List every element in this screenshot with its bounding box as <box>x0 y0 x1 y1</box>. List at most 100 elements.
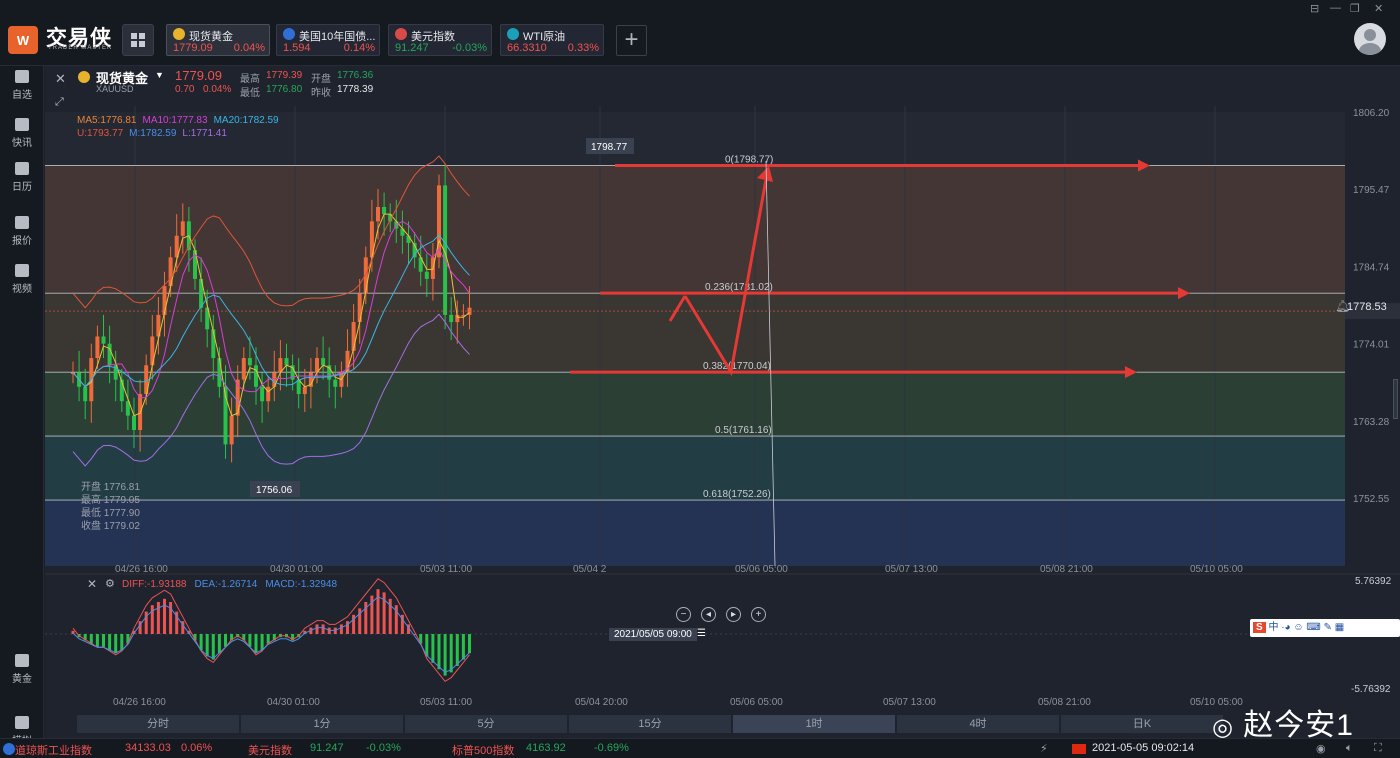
minimize-icon[interactable]: — <box>1330 2 1341 14</box>
ma-indicator-row: MA5:1776.81 MA10:1777.83 MA20:1782.59 <box>77 115 285 126</box>
tab-change: 0.14% <box>343 42 375 54</box>
candle[interactable] <box>406 235 411 243</box>
ticker-name[interactable]: 美元指数 <box>248 742 292 758</box>
bottom-ticker-bar: 道琼斯工业指数 34133.03 0.06% 美元指数 91.247 -0.03% 标普50… <box>0 738 1400 758</box>
candle[interactable] <box>217 358 222 387</box>
candle[interactable] <box>284 358 289 366</box>
fib-zone-4 <box>45 500 1345 566</box>
timeframe-tab-3[interactable]: 15分 <box>569 715 731 733</box>
candle[interactable] <box>424 271 429 279</box>
candle[interactable] <box>101 336 106 344</box>
app-subtitle: TRADER MASTER <box>48 45 113 51</box>
first-page-button[interactable]: ◂ <box>701 607 716 622</box>
candle[interactable] <box>107 343 112 366</box>
bookmark-icon <box>15 70 29 83</box>
sidebar-item-2[interactable]: 日历 <box>0 162 44 193</box>
last-page-button[interactable]: ▸ <box>726 607 741 622</box>
layout-grid-button[interactable] <box>122 24 154 56</box>
timeframe-tab-0[interactable]: 分时 <box>77 715 239 733</box>
sidebar-item-label: 快讯 <box>12 138 32 149</box>
macd-bar <box>224 634 227 647</box>
candle[interactable] <box>132 415 136 431</box>
candle[interactable] <box>229 415 234 445</box>
candle[interactable] <box>254 365 258 387</box>
candle[interactable] <box>333 379 338 387</box>
time-axis-label: 05/10 05:00 <box>1190 564 1243 575</box>
symbol-tab-1[interactable]: 美国10年国债... 1.594 0.14% <box>276 24 380 56</box>
candle[interactable] <box>95 336 100 359</box>
candle[interactable] <box>241 358 246 380</box>
candle[interactable] <box>321 358 326 366</box>
fib-zone-3 <box>45 436 1345 501</box>
timeframe-tab-2[interactable]: 5分 <box>405 715 567 733</box>
sidebar: 自选快讯日历报价视频黄金模拟 <box>0 66 44 747</box>
symbol-tab-3[interactable]: WTI原油 66.3310 0.33% <box>500 24 604 56</box>
timeframe-tab-5[interactable]: 4时 <box>897 715 1059 733</box>
macd-bar <box>211 634 215 660</box>
candle[interactable] <box>83 386 88 402</box>
watermark-text: 赵今安1 <box>1243 709 1354 742</box>
time-axis-label: 05/04 2 <box>573 564 607 575</box>
macd-settings-icon[interactable]: ⚙ <box>105 577 115 590</box>
candlestick-chart[interactable]: 0(1798.77)0.236(1781.02)0.382(1770.04)0.… <box>45 66 1400 738</box>
candle[interactable] <box>382 206 387 215</box>
user-avatar[interactable] <box>1354 23 1386 55</box>
candle[interactable] <box>376 206 380 222</box>
chart-area[interactable]: 0(1798.77) 0.236(1781.02) 0.382(1770.04) 0.… <box>45 66 1400 738</box>
draw-tool-icon[interactable]: ⤢ <box>55 96 64 109</box>
calendar-icon <box>15 162 29 175</box>
ime-language[interactable]: 中 <box>1268 622 1278 633</box>
candle[interactable] <box>357 293 362 323</box>
time-axis-label: 05/07 13:00 <box>885 564 938 575</box>
dea-line <box>72 596 470 673</box>
macd-bar <box>95 634 99 647</box>
high-label: 最高 <box>240 74 260 85</box>
fullscreen-icon[interactable]: ⛶ <box>1374 742 1382 755</box>
macd-value: DIFF:-1.93188 <box>122 579 187 590</box>
candle[interactable] <box>302 386 307 395</box>
macd-bar <box>114 634 118 654</box>
close-macd-icon[interactable]: ✕ <box>87 577 97 591</box>
timeframe-tab-1[interactable]: 1分 <box>241 715 403 733</box>
macd-bar <box>169 602 173 634</box>
time-axis-label: 05/08 21:00 <box>1040 564 1093 575</box>
timeframe-tab-6[interactable]: 日K <box>1061 715 1223 733</box>
ticker-change: -0.03% <box>366 742 401 754</box>
current-price-tag: 1778.53 <box>1347 301 1387 313</box>
maximize-icon[interactable]: ❐ <box>1350 2 1360 15</box>
sidebar-item-3[interactable]: 报价 <box>0 216 44 247</box>
menu-icon[interactable]: ☰ <box>697 628 706 639</box>
minimize-to-tray-icon[interactable]: ⊟ <box>1310 2 1319 15</box>
timeframe-tab-4[interactable]: 1时 <box>733 715 895 733</box>
symbol-tab-0[interactable]: 现货黄金 1779.09 0.04% <box>166 24 270 56</box>
scrollbar-handle[interactable] <box>1393 379 1398 419</box>
add-tab-button[interactable]: + <box>616 25 647 56</box>
macd-bar <box>254 634 258 654</box>
china-flag-icon <box>1072 744 1086 754</box>
chevron-down-icon[interactable]: ▼ <box>155 70 164 80</box>
sidebar-item-5[interactable]: 黄金 <box>0 654 44 685</box>
macd-bar <box>163 598 166 634</box>
sidebar-item-label: 日历 <box>12 182 32 193</box>
candle[interactable] <box>266 386 271 402</box>
sidebar-item-0[interactable]: 自选 <box>0 70 44 101</box>
zoom-out-button[interactable]: − <box>676 607 691 622</box>
candle[interactable] <box>260 386 265 402</box>
ticker-name[interactable]: 标普500指数 <box>452 742 514 758</box>
candle[interactable] <box>449 314 454 323</box>
candle[interactable] <box>363 257 368 294</box>
weibo-logo-icon: ◎ <box>1212 714 1234 741</box>
sidebar-item-1[interactable]: 快讯 <box>0 118 44 149</box>
sidebar-item-4[interactable]: 视频 <box>0 264 44 295</box>
close-chart-icon[interactable]: ✕ <box>55 71 66 87</box>
ime-toolbar[interactable]: S 中 ·◕ ☺ ⌨ ✎ ▦ <box>1250 619 1400 637</box>
symbol-tab-2[interactable]: 美元指数 91.247 -0.03% <box>388 24 492 56</box>
zoom-in-button[interactable]: + <box>751 607 766 622</box>
candle[interactable] <box>180 221 185 236</box>
tab-price: 66.3310 <box>507 42 547 54</box>
macd-time-label: 05/06 05:00 <box>730 697 783 708</box>
candle[interactable] <box>247 358 252 366</box>
close-window-icon[interactable]: ✕ <box>1374 2 1383 15</box>
ticker-name[interactable]: 道琼斯工业指数 <box>15 742 92 758</box>
ohlc-tooltip: 开盘 1776.81 最高 1779.05 最低 1777.90 收盘 1779.02 <box>81 481 140 533</box>
